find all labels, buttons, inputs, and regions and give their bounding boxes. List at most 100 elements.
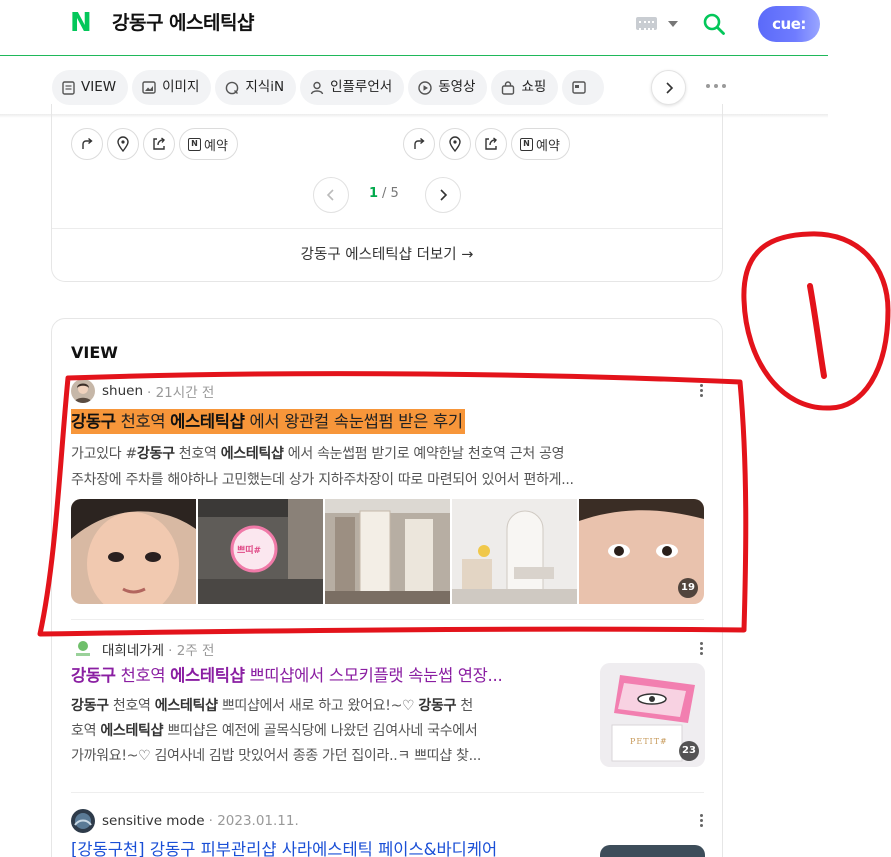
reserve-button[interactable]: N 예약 (511, 128, 570, 160)
map-button[interactable] (439, 128, 471, 160)
keyword: 에스테틱샵 (220, 446, 284, 462)
search-tabs: VIEW 이미지 지식iN 인플루언서 동영상 쇼핑 (52, 70, 692, 106)
post-thumbnail[interactable]: PETIT# 23 (600, 663, 705, 767)
post-title[interactable]: [강동구천] 강동구 피부관리샵 사라에스테틱 페이스&바디케어 (71, 837, 611, 857)
post-image-face-closeup: 19 (579, 499, 704, 604)
title-text: 쁘띠샵에서 스모키플랫 속눈썹 연장... (244, 666, 503, 685)
divider (71, 792, 704, 793)
avatar (71, 637, 95, 661)
shop-sign-text: 쁘띠# (237, 546, 262, 556)
chevron-left-icon (326, 189, 334, 201)
snippet-text: 가고있다 # (71, 446, 137, 462)
post-author[interactable]: 대희네가게 · 2주 전 (71, 637, 214, 661)
directions-button[interactable] (403, 128, 435, 160)
view-section: VIEW shuen · 21시간 전 강동구 천호역 에스테틱샵 에서 왕관컬… (51, 318, 723, 857)
post-image-face (71, 499, 196, 604)
image-count-badge: 19 (678, 578, 698, 598)
tab-label: 지식iN (245, 79, 285, 95)
directions-button[interactable] (71, 128, 103, 160)
chevron-down-icon[interactable] (668, 21, 678, 27)
map-button[interactable] (107, 128, 139, 160)
post-image-strip[interactable]: 쁘띠# 19 (71, 499, 704, 604)
title-text: 천호역 (115, 412, 171, 431)
play-icon (418, 80, 432, 95)
keyword: 강동구 (136, 446, 175, 462)
reserve-label: 예약 (204, 138, 228, 154)
cue-button[interactable]: cue: (758, 6, 820, 42)
view-post: sensitive mode · 2023.01.11. [강동구천] 강동구 … (71, 809, 705, 857)
search-icon[interactable] (702, 12, 726, 36)
post-menu-icon[interactable] (700, 384, 704, 398)
snippet-text: 에서 속눈썹펌 받기로 예약한날 천호역 근처 공영 (283, 446, 565, 462)
snippet-text: 천호역 (174, 446, 221, 462)
post-time: · 2023.01.11. (208, 813, 299, 829)
post-title[interactable]: 강동구 천호역 에스테틱샵 에서 왕관컬 속눈썹펌 받은 후기 (71, 409, 465, 434)
post-title[interactable]: 강동구 천호역 에스테틱샵 쁘띠샵에서 스모키플랫 속눈썹 연장... (71, 663, 591, 688)
keyword: 에스테틱샵 (100, 723, 164, 739)
avatar (71, 809, 95, 833)
snippet-text: 호역 (71, 723, 101, 739)
image-icon (142, 81, 156, 94)
post-menu-icon[interactable] (700, 814, 704, 828)
search-header: N 강동구 에스테틱샵 cue: (0, 0, 828, 56)
share-icon (485, 137, 497, 150)
title-text: 에서 왕관컬 속눈썹펌 받은 후기 (244, 412, 464, 431)
keyword: 강동구 (71, 412, 116, 431)
map-pin-icon (117, 136, 129, 152)
thumb-brand-text: PETIT# (630, 737, 668, 746)
map-pin-icon (449, 136, 461, 152)
more-options-icon[interactable] (706, 84, 726, 90)
author-name: sensitive mode (102, 813, 205, 829)
place-more-link[interactable]: 강동구 에스테틱샵 더보기 → (52, 228, 722, 281)
keyword: 에스테틱샵 (170, 412, 245, 431)
share-button[interactable] (475, 128, 507, 160)
post-time: · 21시간 전 (147, 385, 215, 401)
post-snippet-line: 주차장에 주차를 해야하나 고민했는데 상가 지하주차장이 따로 마련되어 있어… (71, 472, 574, 488)
chevron-right-icon (440, 189, 448, 201)
post-snippet-line: 가고있다 #강동구 천호역 에스테틱샵 에서 속눈썹펌 받기로 예약한날 천호역… (71, 442, 565, 467)
news-icon (572, 81, 586, 94)
tab-view[interactable]: VIEW (52, 70, 129, 105)
tab-video[interactable]: 동영상 (408, 70, 488, 105)
place-actions: N 예약 (403, 128, 570, 160)
search-query[interactable]: 강동구 에스테틱샵 (112, 11, 254, 36)
tab-label: 이미지 (162, 79, 200, 95)
post-author[interactable]: shuen · 21시간 전 (71, 379, 214, 403)
next-page-button[interactable] (425, 177, 461, 213)
avatar (71, 379, 95, 403)
place-result-card: N 예약 N 예약 1/ 5 강동구 에스테틱샵 더보기 → (51, 104, 723, 282)
directions-icon (82, 137, 93, 149)
keyword: 에스테틱샵 (154, 698, 218, 714)
reserve-button[interactable]: N 예약 (179, 128, 238, 160)
tab-images[interactable]: 이미지 (132, 70, 212, 105)
bag-icon (502, 80, 515, 95)
share-button[interactable] (143, 128, 175, 160)
keyword: 강동구 (71, 698, 109, 714)
tab-kin[interactable]: 지식iN (215, 70, 297, 105)
post-image-hallway (325, 499, 450, 604)
divider (71, 619, 704, 620)
prev-page-button[interactable] (313, 177, 349, 213)
naver-booking-icon: N (188, 137, 201, 151)
tabs-next-button[interactable] (651, 70, 686, 105)
tab-influencer[interactable]: 인플루언서 (300, 70, 405, 105)
post-menu-icon[interactable] (700, 642, 704, 656)
chevron-right-icon (665, 81, 673, 94)
naver-logo[interactable]: N (70, 10, 95, 36)
post-thumbnail[interactable] (600, 845, 705, 857)
keyword: 강동구 (71, 666, 116, 685)
snippet-text: 천 (456, 698, 473, 714)
snippet-text: 쁘띠샵에서 새로 하고 왔어요!~♡ (217, 698, 419, 714)
tab-label: VIEW (81, 79, 117, 95)
tab-label: 인플루언서 (330, 79, 393, 95)
place-pager: 1/ 5 (313, 177, 463, 213)
post-snippet-line: 가까워요!~♡ 김여사네 김밥 맛있어서 종종 가던 집이라..ㅋ 쁘띠샵 찾.… (71, 748, 482, 764)
page-total: / 5 (382, 186, 399, 201)
tab-news[interactable] (562, 70, 605, 105)
post-author[interactable]: sensitive mode · 2023.01.11. (71, 809, 299, 833)
keyboard-icon[interactable] (636, 17, 657, 30)
tab-label: 쇼핑 (521, 79, 547, 95)
person-icon (310, 81, 324, 94)
tab-shopping[interactable]: 쇼핑 (491, 70, 559, 105)
annotation-circle (741, 231, 891, 411)
